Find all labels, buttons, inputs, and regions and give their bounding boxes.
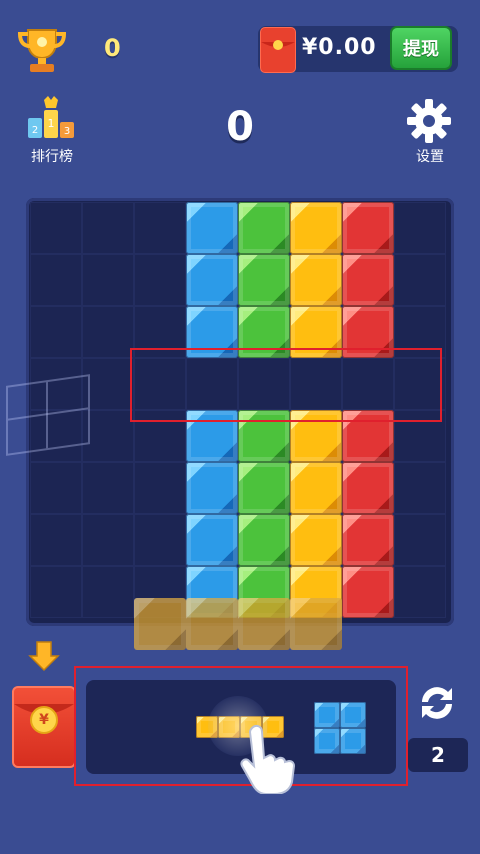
board-cell[interactable] (82, 202, 134, 254)
red-block (342, 202, 394, 254)
yellow-block (290, 462, 342, 514)
svg-text:2: 2 (32, 125, 38, 136)
yellow-block (290, 254, 342, 306)
red-block (342, 462, 394, 514)
gear-icon[interactable] (404, 96, 454, 146)
red-envelope-icon (260, 27, 296, 73)
trophy-icon (14, 26, 70, 74)
board-cell[interactable] (394, 254, 446, 306)
board-cell[interactable] (30, 514, 82, 566)
blue-block (186, 202, 238, 254)
board-cell[interactable] (82, 462, 134, 514)
yellow-block (290, 202, 342, 254)
leaderboard-label[interactable]: 排行榜 (28, 146, 76, 166)
board-cell[interactable] (134, 462, 186, 514)
leaderboard-icon[interactable]: 2 1 3 (24, 94, 78, 140)
current-score: 0 (226, 104, 254, 150)
red-block (342, 254, 394, 306)
yellow-block (290, 514, 342, 566)
board-cell[interactable] (30, 254, 82, 306)
ghost-preview-block (290, 598, 342, 650)
board-cell[interactable] (82, 566, 134, 618)
board-cell[interactable] (30, 306, 82, 358)
blue-block (186, 462, 238, 514)
board-cell[interactable] (30, 462, 82, 514)
board-cell[interactable] (394, 462, 446, 514)
board-cell[interactable] (394, 202, 446, 254)
board-cell[interactable] (134, 202, 186, 254)
money-amount: ¥0.00 (302, 35, 377, 60)
svg-text:1: 1 (48, 117, 55, 130)
yuan-coin-icon: ¥ (30, 706, 58, 734)
pointing-hand-icon (238, 722, 308, 795)
board-cell[interactable] (82, 514, 134, 566)
red-block (342, 514, 394, 566)
ghost-preview-block (238, 598, 290, 650)
board-cell[interactable] (30, 202, 82, 254)
green-block (238, 202, 290, 254)
board-cell[interactable] (30, 566, 82, 618)
trophy-score: 0 (104, 34, 121, 62)
refresh-icon[interactable] (414, 680, 460, 726)
green-block (238, 254, 290, 306)
settings-label[interactable]: 设置 (408, 146, 452, 166)
ghost-preview-block (186, 598, 238, 650)
board-cell[interactable] (394, 566, 446, 618)
green-block (238, 514, 290, 566)
board-cell[interactable] (82, 306, 134, 358)
svg-text:3: 3 (64, 126, 70, 137)
blue-block (186, 514, 238, 566)
board-cell[interactable] (134, 514, 186, 566)
withdraw-button[interactable]: 提现 (390, 26, 452, 70)
ghost-preview-block (134, 598, 186, 650)
board-cell[interactable] (394, 514, 446, 566)
board-cell[interactable] (82, 254, 134, 306)
green-block (238, 462, 290, 514)
cleared-row-highlight (130, 348, 442, 422)
board-cell[interactable] (134, 254, 186, 306)
refresh-count: 2 (408, 738, 468, 772)
ghost-piece-outline (6, 374, 90, 456)
arrow-down-icon (28, 640, 60, 672)
red-block (342, 566, 394, 618)
blue-block (186, 254, 238, 306)
